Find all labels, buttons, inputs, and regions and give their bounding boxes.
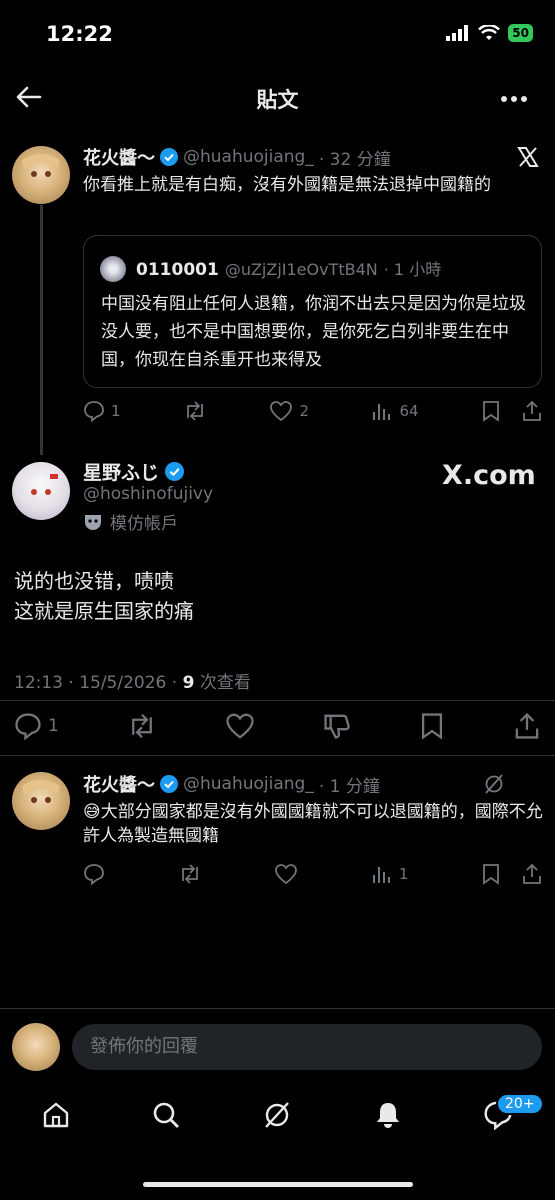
post-line-2: 这就是原生国家的痛	[14, 599, 194, 623]
bookmark-icon[interactable]	[481, 400, 501, 422]
reply-icon	[15, 713, 41, 740]
avatar[interactable]	[12, 146, 70, 204]
reply-text: 😅大部分國家都是沒有外國國籍就不可以退國籍的，國際不允許人為製造無國籍	[83, 800, 543, 848]
quote-author-name: 0110001	[136, 260, 219, 280]
bookmark-share-group	[481, 400, 543, 422]
battery-indicator: 50	[508, 24, 533, 42]
author-name[interactable]: 花火醬～	[83, 144, 155, 170]
reply-count: 1	[48, 716, 59, 736]
repost-button[interactable]	[183, 400, 207, 422]
post-author: 星野ふじ	[83, 458, 185, 485]
heart-icon[interactable]	[225, 712, 255, 740]
share-icon[interactable]	[521, 863, 543, 885]
views-button[interactable]: 64	[371, 400, 419, 422]
wifi-icon	[478, 25, 501, 40]
repost-icon	[187, 401, 203, 421]
view-count: 1	[398, 865, 409, 883]
view-count: 64	[399, 402, 419, 420]
reply-icon[interactable]	[83, 863, 105, 885]
divider	[0, 700, 555, 701]
verified-badge-icon	[160, 148, 178, 166]
divider	[0, 755, 555, 756]
post-line-1: 说的也没错，啧啧	[14, 569, 174, 593]
status-icons: 50	[446, 24, 533, 42]
parody-text: 模仿帳戶	[110, 514, 178, 534]
tweet-header: 花火醬～ @huahuojiang_ · 32 分鐘	[83, 144, 391, 170]
quote-time: · 1 小時	[383, 260, 442, 279]
reply-button[interactable]: 1	[14, 712, 59, 740]
avatar[interactable]	[12, 772, 70, 830]
reply-icon	[84, 401, 104, 422]
grok-icon[interactable]	[483, 773, 505, 795]
like-count: 2	[299, 402, 309, 420]
views-button[interactable]: 1	[371, 863, 409, 885]
quote-header: 0110001 @uZjZjI1eOvTtB4N · 1 小時	[136, 256, 441, 280]
search-icon[interactable]	[151, 1100, 181, 1130]
reply-time: · 1 分鐘	[318, 776, 380, 797]
status-time: 12:22	[46, 22, 113, 46]
reply-header: 花火醬～ @huahuojiang_ · 1 分鐘	[83, 771, 380, 797]
like-button[interactable]: 2	[269, 400, 309, 422]
bookmark-icon[interactable]	[481, 863, 501, 885]
share-icon[interactable]	[521, 400, 543, 422]
home-indicator	[143, 1182, 413, 1187]
share-icon[interactable]	[513, 712, 541, 740]
author-handle[interactable]: @huahuojiang_	[183, 774, 314, 794]
tweet-actions: 1 2 64	[83, 400, 543, 422]
reply-count: 1	[111, 402, 121, 420]
quoted-tweet[interactable]: 0110001 @uZjZjI1eOvTtB4N · 1 小時 中国没有阻止任何…	[83, 235, 542, 388]
post-timestamp: 12:13 · 15/5/2026 ·	[14, 673, 183, 693]
reply-button[interactable]: 1	[83, 400, 121, 422]
thread-line	[40, 205, 43, 455]
bookmark-icon[interactable]	[419, 712, 445, 740]
reply-actions: 1	[83, 863, 543, 885]
avatar	[12, 1023, 60, 1071]
notification-badge: 20+	[496, 1093, 544, 1115]
reply-body: 大部分國家都是沒有外國國籍就不可以退國籍的，國際不允許人為製造無國籍	[83, 802, 543, 846]
mask-icon	[85, 514, 101, 530]
more-options-icon[interactable]	[500, 95, 528, 103]
dislike-icon[interactable]	[323, 712, 351, 740]
views-icon	[372, 867, 390, 883]
page-title: 貼文	[256, 88, 299, 112]
quote-text: 中国没有阻止任何人退籍，你润不出去只是因为你是垃圾没人要，也不是中国想要你，是你…	[101, 294, 526, 370]
watermark: X.com	[442, 460, 536, 491]
notifications-bell-icon[interactable]	[373, 1100, 403, 1130]
heart-icon	[270, 401, 293, 422]
reply-input[interactable]: 發佈你的回覆	[72, 1024, 542, 1070]
author-handle[interactable]: @hoshinofujivy	[83, 484, 213, 504]
quote-author-handle: @uZjZjI1eOvTtB4N	[224, 260, 378, 279]
tweet-text: 你看推上就是有白痴，沒有外國籍是無法退掉中國籍的	[83, 175, 491, 195]
parody-label: 模仿帳戶	[83, 509, 178, 534]
signal-icon	[446, 25, 469, 41]
avatar	[100, 256, 126, 282]
post-meta: 12:13 · 15/5/2026 · 9 次查看	[14, 668, 251, 693]
post-actions: 1	[14, 712, 541, 740]
grok-icon[interactable]	[262, 1100, 292, 1130]
author-name[interactable]: 花火醬～	[83, 771, 155, 797]
emoji: 😅	[83, 802, 101, 822]
repost-icon[interactable]	[127, 712, 157, 740]
home-icon[interactable]	[41, 1100, 71, 1130]
post-view-count: 9	[182, 673, 195, 693]
repost-icon[interactable]	[178, 863, 202, 885]
bookmark-share-group	[481, 863, 543, 885]
post-views-label: 次查看	[194, 673, 251, 693]
views-icon	[373, 404, 391, 420]
avatar[interactable]	[12, 462, 70, 520]
post-text: 说的也没错，啧啧 这就是原生国家的痛	[14, 566, 194, 626]
author-name[interactable]: 星野ふじ	[83, 458, 159, 485]
heart-icon[interactable]	[274, 863, 298, 885]
author-handle[interactable]: @huahuojiang_	[183, 147, 314, 167]
verified-badge-icon	[165, 462, 185, 481]
verified-badge-icon	[160, 775, 178, 793]
divider	[0, 1008, 555, 1009]
x-logo-icon	[517, 147, 539, 167]
tweet-time: · 32 分鐘	[318, 149, 391, 170]
